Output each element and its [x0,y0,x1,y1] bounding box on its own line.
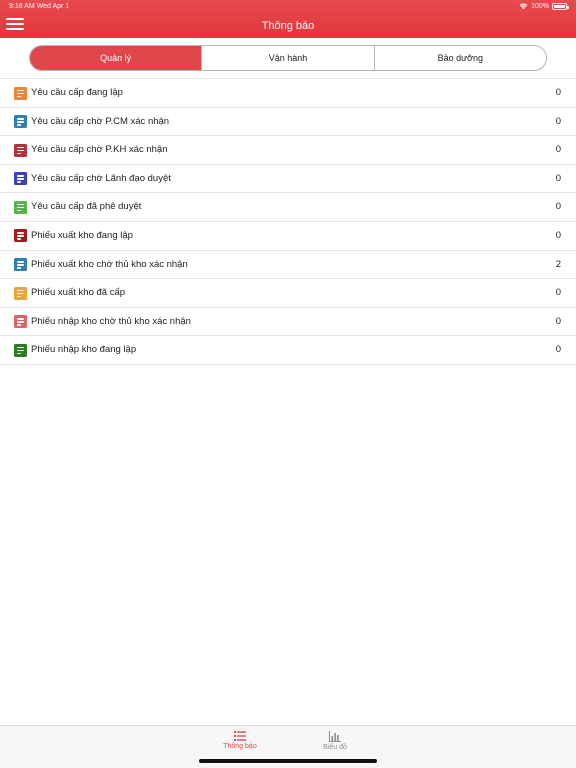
list-item-count: 0 [555,172,561,184]
battery-icon [552,3,569,10]
list-item-label: Phiếu xuất kho đang lập [31,229,133,241]
list-item[interactable]: Phiếu nhập kho đang lập 0 [0,336,576,365]
status-time: 9:16 AM Wed Apr 1 [9,3,70,10]
home-indicator [199,759,377,763]
list-item-count: 0 [555,115,561,127]
tab-thong-bao[interactable]: Thông báo [205,731,275,750]
tab-bieu-do-label: Biểu đồ [323,744,347,751]
list-icon [234,731,246,741]
segmented-control: Quản lý Vận hành Bảo dưỡng [29,45,547,71]
page-title: Thông báo [261,20,315,32]
list-item[interactable]: Yêu cầu cấp chờ P.CM xác nhận 0 [0,108,576,137]
list-item-label: Phiếu xuất kho chờ thủ kho xác nhận [31,258,188,270]
document-icon [14,343,27,357]
list-item-label: Phiếu nhập kho chờ thủ kho xác nhận [31,315,191,327]
list-item-count: 2 [555,258,561,270]
document-icon [14,258,27,272]
list-item-count: 0 [555,344,561,356]
list-item[interactable]: Yêu cầu cấp đã phê duyệt 0 [0,193,576,222]
segment-quan-ly[interactable]: Quản lý [30,46,202,70]
document-icon [14,229,27,243]
list-item-label: Yêu cầu cấp chờ P.CM xác nhận [31,115,170,127]
list-item-label: Yêu cầu cấp chờ Lãnh đạo duyệt [31,172,171,184]
list-item-label: Yêu cầu cấp đã phê duyệt [31,201,142,213]
battery-percent: 100% [531,3,549,10]
list-item-count: 0 [555,315,561,327]
segment-van-hanh[interactable]: Vận hành [201,46,373,70]
list-item-count: 0 [555,201,561,213]
header-bar: 9:16 AM Wed Apr 1 100% Thông báo [0,0,576,38]
list-item[interactable]: Yêu cầu cấp đang lập 0 [0,79,576,108]
list-item-count: 0 [555,144,561,156]
list-item-label: Phiếu xuất kho đã cấp [31,287,126,299]
list-item[interactable]: Phiếu xuất kho đang lập 0 [0,222,576,251]
list-item-label: Phiếu nhập kho đang lập [31,344,137,356]
tab-thong-bao-label: Thông báo [223,743,257,750]
list-item[interactable]: Phiếu nhập kho chờ thủ kho xác nhận 0 [0,308,576,337]
list-item-label: Yêu cầu cấp chờ P.KH xác nhận [31,144,168,156]
document-icon [14,200,27,214]
list-item[interactable]: Phiếu xuất kho chờ thủ kho xác nhận 2 [0,251,576,280]
notification-list: Yêu cầu cấp đang lập 0 Yêu cầu cấp chờ P.C… [0,78,576,365]
segment-bao-duong[interactable]: Bảo dưỡng [373,46,546,70]
document-icon [14,115,27,129]
bar-chart-icon [329,731,341,742]
document-icon [14,172,27,186]
list-item[interactable]: Phiếu xuất kho đã cấp 0 [0,279,576,308]
list-item-label: Yêu cầu cấp đang lập [31,87,123,98]
wifi-icon [519,3,528,10]
tab-bieu-do[interactable]: Biểu đồ [300,731,370,751]
list-item[interactable]: Yêu cầu cấp chờ P.KH xác nhận 0 [0,136,576,165]
document-icon [14,286,27,300]
list-item-count: 0 [555,87,561,98]
status-indicators: 100% [519,3,569,10]
document-icon [14,315,27,329]
document-icon [14,143,27,157]
document-icon [14,86,27,100]
list-item-count: 0 [555,229,561,241]
list-item[interactable]: Yêu cầu cấp chờ Lãnh đạo duyệt 0 [0,165,576,194]
list-item-count: 0 [555,287,561,299]
